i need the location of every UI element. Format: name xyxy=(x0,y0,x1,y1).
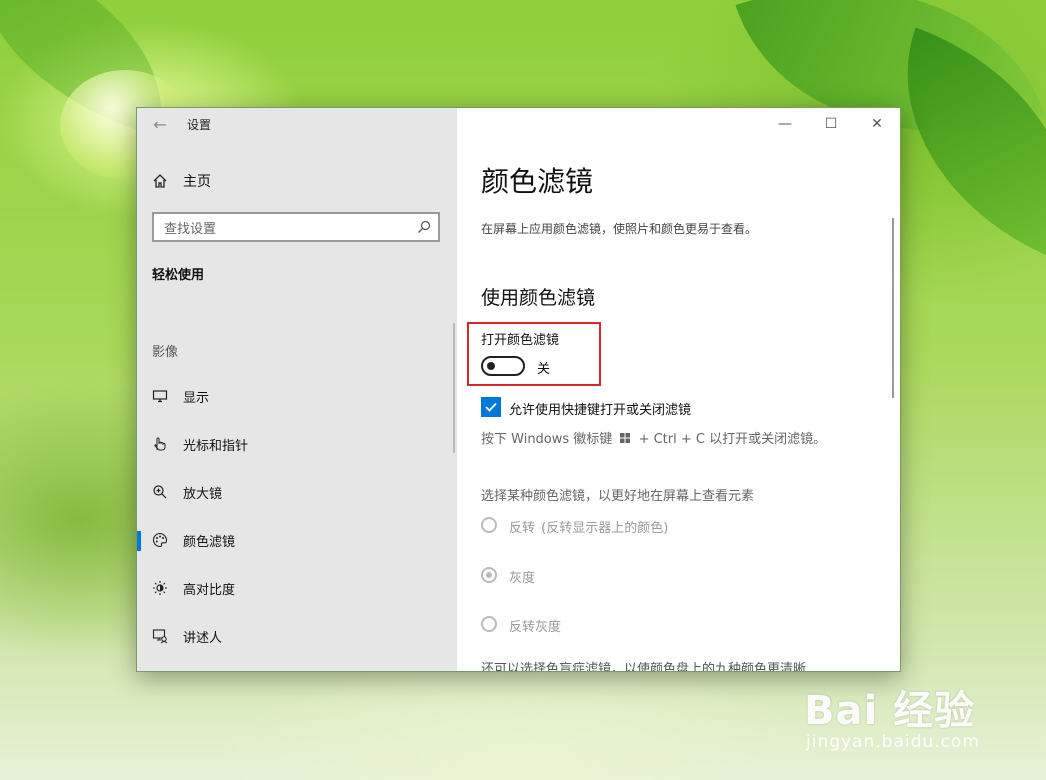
watermark-logo: Bai 经验 xyxy=(804,688,976,734)
shortcut-checkbox-label[interactable]: 允许使用快捷键打开或关闭滤镜 xyxy=(509,399,691,418)
sidebar-item-narrator[interactable]: 讲述人 xyxy=(137,618,457,654)
filter-choose-label: 选择某种颜色滤镜，以更好地在屏幕上查看元素 xyxy=(481,489,755,504)
home-icon xyxy=(137,173,183,189)
section-title: 轻松使用 xyxy=(152,268,205,283)
checkmark-icon xyxy=(485,402,497,412)
main-scrollbar[interactable] xyxy=(892,218,894,398)
radio-invert-grayscale[interactable] xyxy=(481,614,501,634)
radio-invert-grayscale-label[interactable]: 反转灰度 xyxy=(509,616,561,635)
radio-ring xyxy=(481,517,497,533)
minimize-button[interactable]: — xyxy=(762,108,808,140)
radio-grayscale[interactable] xyxy=(481,565,501,585)
radio-label-text: 反转 xyxy=(509,521,536,536)
page-title: 颜色滤镜 xyxy=(481,165,594,198)
close-button[interactable]: ✕ xyxy=(854,108,900,140)
sidebar-item-cursor[interactable]: 光标和指针 xyxy=(137,426,457,462)
radio-label-note: (反转显示器上的颜色) xyxy=(541,521,669,536)
settings-window: ← 设置 主页 查找设置 轻松使用 影像 显示 光标和指针 放大镜 颜色滤镜 高… xyxy=(136,107,901,672)
radio-ring xyxy=(481,616,497,632)
radio-invert[interactable] xyxy=(481,515,501,535)
magnifier-icon xyxy=(137,484,183,500)
group-title: 影像 xyxy=(152,345,179,360)
colorblind-hint: 还可以选择色盲症滤镜，以使颜色盘上的九种颜色更清晰 xyxy=(481,662,807,672)
main-content: — ☐ ✕ 颜色滤镜 在屏幕上应用颜色滤镜，使照片和颜色更易于查看。 使用颜色滤… xyxy=(457,108,900,671)
sidebar-item-label: 高对比度 xyxy=(183,582,236,598)
sidebar-item-display[interactable]: 显示 xyxy=(137,378,457,414)
radio-grayscale-label[interactable]: 灰度 xyxy=(509,567,535,586)
radio-invert-label[interactable]: 反转 (反转显示器上的颜色) xyxy=(509,517,668,536)
narrator-icon xyxy=(137,628,183,644)
shortcut-hint: 按下 Windows 徽标键 + Ctrl + C 以打开或关闭滤镜。 xyxy=(481,428,826,447)
sidebar-item-label: 颜色滤镜 xyxy=(183,534,236,550)
sidebar-item-label: 显示 xyxy=(183,390,210,406)
title-bar: ← 设置 xyxy=(137,108,457,140)
contrast-icon xyxy=(137,580,183,596)
sidebar-item-color-filter[interactable]: 颜色滤镜 xyxy=(137,522,457,558)
toggle-state: 关 xyxy=(537,362,551,377)
palette-icon xyxy=(137,532,183,548)
baidu-jingyan-watermark: Bai 经验 jingyan.baidu.com xyxy=(800,668,1000,758)
window-title: 设置 xyxy=(187,117,212,132)
watermark-url: jingyan.baidu.com xyxy=(806,732,980,752)
sidebar-scrollbar[interactable] xyxy=(453,323,455,453)
back-arrow-icon[interactable]: ← xyxy=(137,115,183,134)
section-heading: 使用颜色滤镜 xyxy=(481,287,596,309)
toggle-label: 打开颜色滤镜 xyxy=(481,333,560,348)
windows-logo-icon xyxy=(620,432,631,447)
shortcut-checkbox[interactable] xyxy=(481,397,501,417)
pointer-icon xyxy=(137,436,183,452)
radio-ring xyxy=(481,567,497,583)
page-description: 在屏幕上应用颜色滤镜，使照片和颜色更易于查看。 xyxy=(481,222,758,236)
hint-prefix: 按下 Windows 徽标键 xyxy=(481,432,613,447)
search-input[interactable]: 查找设置 xyxy=(152,212,440,242)
sidebar-item-high-contrast[interactable]: 高对比度 xyxy=(137,570,457,606)
sidebar-item-label: 主页 xyxy=(183,174,211,190)
sidebar: ← 设置 主页 查找设置 轻松使用 影像 显示 光标和指针 放大镜 颜色滤镜 高… xyxy=(137,108,457,671)
sidebar-item-label: 放大镜 xyxy=(183,486,223,502)
sidebar-item-label: 光标和指针 xyxy=(183,438,249,454)
sidebar-item-magnifier[interactable]: 放大镜 xyxy=(137,474,457,510)
maximize-button[interactable]: ☐ xyxy=(808,108,854,140)
radio-selected-dot xyxy=(486,572,492,578)
monitor-icon xyxy=(137,388,183,404)
toggle-knob xyxy=(487,362,495,370)
search-placeholder: 查找设置 xyxy=(164,221,217,237)
color-filter-toggle[interactable] xyxy=(481,356,525,376)
window-controls: — ☐ ✕ xyxy=(762,108,900,140)
hint-suffix: + Ctrl + C 以打开或关闭滤镜。 xyxy=(638,432,827,447)
sidebar-item-label: 讲述人 xyxy=(183,630,223,646)
sidebar-item-home[interactable]: 主页 xyxy=(137,165,457,197)
search-icon[interactable] xyxy=(410,220,438,234)
